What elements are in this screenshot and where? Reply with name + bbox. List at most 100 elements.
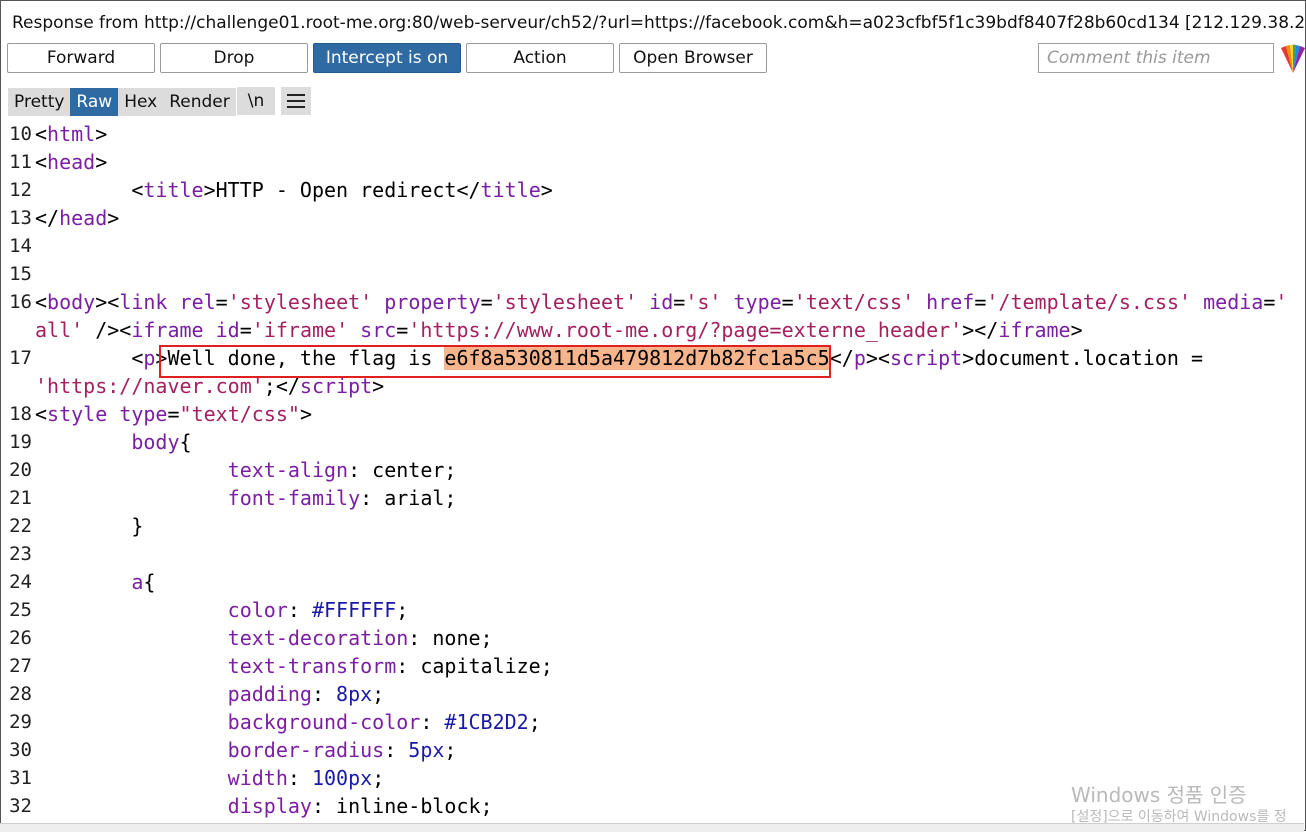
code-token: text-decoration bbox=[227, 626, 409, 650]
line-number: 26 bbox=[9, 627, 32, 649]
code-token: rel bbox=[179, 290, 216, 314]
line-number: 14 bbox=[9, 235, 32, 257]
code-line: 28 padding: 8px; bbox=[0, 680, 1304, 708]
code-token: font-family bbox=[227, 486, 361, 510]
line-number: 13 bbox=[9, 207, 32, 229]
code-token: : arial; bbox=[360, 486, 457, 510]
code-token: ; bbox=[396, 598, 409, 622]
code-token: : bbox=[420, 710, 445, 734]
code-token: < bbox=[35, 150, 48, 174]
line-number: 18 bbox=[9, 403, 32, 425]
code-line: 16 <body><link rel='stylesheet' property=… bbox=[0, 288, 1304, 316]
line-number: 24 bbox=[9, 571, 32, 593]
code-line: 30 border-radius: 5px; bbox=[0, 736, 1304, 764]
code-token: > bbox=[107, 206, 120, 230]
line-number: 17 bbox=[9, 347, 32, 369]
line-number: 15 bbox=[9, 263, 32, 285]
code-token: all' bbox=[35, 318, 84, 342]
code-token: = bbox=[167, 402, 180, 426]
tab-raw[interactable]: Raw bbox=[70, 88, 119, 116]
code-token: ; bbox=[372, 682, 385, 706]
code-token: />< bbox=[83, 318, 132, 342]
tab-pretty[interactable]: Pretty bbox=[8, 88, 70, 116]
code-token: >HTTP - Open redirect</ bbox=[203, 178, 481, 202]
action-button[interactable]: Action bbox=[466, 43, 614, 73]
tab-render[interactable]: Render bbox=[163, 88, 236, 116]
code-line: 22 } bbox=[0, 512, 1304, 540]
code-token: 'stylesheet' bbox=[227, 290, 373, 314]
comment-field[interactable]: Comment this item bbox=[1038, 43, 1274, 73]
code-text: <body><link rel='stylesheet' property='s… bbox=[35, 288, 1287, 316]
menu-button[interactable] bbox=[281, 87, 311, 115]
code-token: body bbox=[131, 430, 180, 454]
code-token: : bbox=[287, 766, 312, 790]
code-line: 25 color: #FFFFFF; bbox=[0, 596, 1304, 624]
code-token: title bbox=[143, 178, 204, 202]
code-token: ; bbox=[372, 766, 385, 790]
code-token: text-transform bbox=[227, 654, 397, 678]
intercept-toggle-button[interactable]: Intercept is on bbox=[313, 43, 461, 73]
code-text: a{ bbox=[35, 568, 155, 596]
code-text: text-transform: capitalize; bbox=[35, 652, 553, 680]
code-text: body{ bbox=[35, 428, 191, 456]
code-line: 12 <title>HTTP - Open redirect</title> bbox=[0, 176, 1304, 204]
code-token: media bbox=[1203, 290, 1264, 314]
code-text: } bbox=[35, 512, 143, 540]
code-token: html bbox=[47, 122, 96, 146]
code-token: > bbox=[1070, 318, 1083, 342]
code-token: = bbox=[396, 318, 409, 342]
code-token: < bbox=[35, 402, 48, 426]
code-token: type bbox=[119, 402, 168, 426]
code-line: 21 font-family: arial; bbox=[0, 484, 1304, 512]
code-token: >< bbox=[95, 290, 120, 314]
forward-button[interactable]: Forward bbox=[7, 43, 155, 73]
highlight-color-icon[interactable] bbox=[1280, 44, 1306, 74]
code-line: 11 <head> bbox=[0, 148, 1304, 176]
code-token: < bbox=[35, 290, 48, 314]
code-token: </ bbox=[35, 206, 60, 230]
code-token: "text/css" bbox=[179, 402, 300, 426]
code-token: '/template/s.css' bbox=[986, 290, 1192, 314]
activation-watermark-title: Windows 정품 인증 bbox=[1071, 783, 1247, 807]
code-token: id bbox=[215, 318, 240, 342]
code-token: border-radius bbox=[227, 738, 385, 762]
code-token: = bbox=[673, 290, 686, 314]
response-editor[interactable]: 10 <html> 11 <head> 12 <title>HTTP - Open re… bbox=[0, 120, 1304, 823]
code-token: = bbox=[480, 290, 493, 314]
code-token: 'iframe' bbox=[251, 318, 349, 342]
code-token: width bbox=[227, 766, 288, 790]
drop-button[interactable]: Drop bbox=[160, 43, 308, 73]
flag-annotation-box bbox=[159, 345, 831, 378]
code-text: text-decoration: none; bbox=[35, 624, 493, 652]
code-token: >document.location = bbox=[962, 346, 1216, 370]
code-token: iframe bbox=[131, 318, 204, 342]
code-token: = bbox=[781, 290, 794, 314]
code-token: } bbox=[35, 514, 144, 538]
open-browser-button[interactable]: Open Browser bbox=[619, 43, 767, 73]
tab-hex[interactable]: Hex bbox=[118, 88, 163, 116]
code-line: 14 bbox=[0, 232, 1304, 260]
line-number: 31 bbox=[9, 767, 32, 789]
code-token: : center; bbox=[348, 458, 457, 482]
newline-toggle-button[interactable]: \n bbox=[237, 87, 275, 115]
line-number: 23 bbox=[9, 543, 32, 565]
code-token: head bbox=[47, 150, 96, 174]
code-text: <html> bbox=[35, 120, 107, 148]
code-text: font-family: arial; bbox=[35, 484, 457, 512]
code-token: color bbox=[227, 598, 288, 622]
code-text: border-radius: 5px; bbox=[35, 736, 457, 764]
code-token: property bbox=[384, 290, 481, 314]
code-line: 26 text-decoration: none; bbox=[0, 624, 1304, 652]
line-number: 12 bbox=[9, 179, 32, 201]
code-token: background-color bbox=[227, 710, 421, 734]
line-number: 21 bbox=[9, 487, 32, 509]
